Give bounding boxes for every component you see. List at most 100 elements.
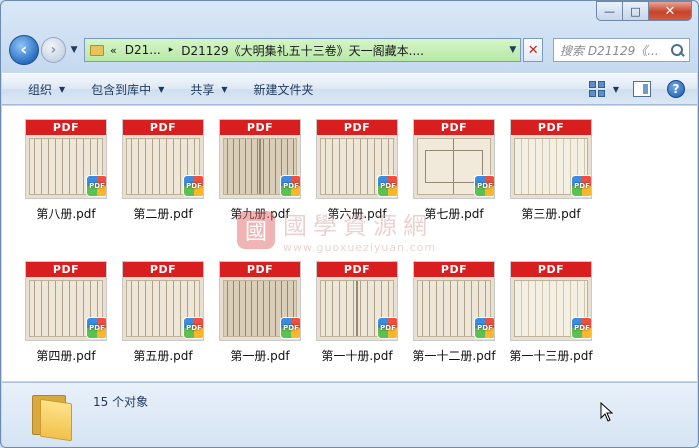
pdf-thumbnail: PDF PDF <box>510 119 592 199</box>
pdf-band-label: PDF <box>414 262 494 277</box>
pdf-thumbnail: PDF PDF <box>25 119 107 199</box>
pdf-thumbnail: PDF PDF <box>219 119 301 199</box>
address-bar[interactable]: « D21... ▸ D21129《大明集礼五十三卷》天一阁藏本.... ▼ <box>84 38 522 62</box>
watermark-url: www.guoxueziyuan.com <box>283 241 437 254</box>
pdf-badge-label: PDF <box>89 182 105 190</box>
pdf-band-label: PDF <box>26 120 106 135</box>
preview-pane-icon[interactable] <box>633 81 651 97</box>
mouse-cursor-icon <box>600 402 614 422</box>
pdf-thumbnail: PDF PDF <box>413 261 495 341</box>
include-library-label: 包含到库中 <box>91 82 152 97</box>
file-name: 第八册.pdf <box>36 207 96 221</box>
pdf-badge-label: PDF <box>574 324 590 332</box>
file-name: 第一十册.pdf <box>321 349 393 363</box>
breadcrumb-current[interactable]: D21129《大明集礼五十三卷》天一阁藏本.... <box>181 42 424 59</box>
address-chevron-down-icon[interactable]: ▼ <box>509 45 516 55</box>
pdf-badge-label: PDF <box>477 324 493 332</box>
file-item[interactable]: PDF PDF 第一十册.pdf <box>309 261 405 364</box>
organize-menu-button[interactable]: 组织 ▼ <box>28 81 65 98</box>
pdf-app-icon: PDF <box>280 317 300 339</box>
pdf-band-label: PDF <box>511 262 591 277</box>
include-in-library-button[interactable]: 包含到库中 ▼ <box>91 81 164 98</box>
pdf-badge-label: PDF <box>574 182 590 190</box>
forward-arrow-icon[interactable]: › <box>40 37 67 63</box>
change-view-icon[interactable] <box>588 81 605 97</box>
pdf-app-icon: PDF <box>474 175 494 197</box>
watermark: 國 國學資源網 www.guoxueziyuan.com <box>237 206 436 254</box>
address-overflow-chevron[interactable]: « <box>110 44 117 57</box>
file-item[interactable]: PDF PDF 第三册.pdf <box>503 119 599 222</box>
pdf-thumbnail: PDF PDF <box>413 119 495 199</box>
file-name: 第三册.pdf <box>521 207 581 221</box>
pdf-app-icon: PDF <box>571 317 591 339</box>
pdf-thumbnail: PDF PDF <box>219 261 301 341</box>
pdf-band-label: PDF <box>26 262 106 277</box>
command-toolbar: 组织 ▼ 包含到库中 ▼ 共享 ▼ 新建文件夹 ▼ ? <box>2 73 697 105</box>
pdf-band-label: PDF <box>317 262 397 277</box>
search-placeholder: 搜索 D21129《... <box>560 43 659 58</box>
pdf-band-label: PDF <box>414 120 494 135</box>
new-folder-button[interactable]: 新建文件夹 <box>254 81 314 98</box>
search-input[interactable]: 搜索 D21129《... <box>553 38 690 62</box>
help-icon[interactable]: ? <box>667 80 685 98</box>
view-controls: ▼ ? <box>588 80 685 98</box>
share-label: 共享 <box>190 82 215 97</box>
pdf-band-label: PDF <box>317 120 397 135</box>
pdf-app-icon: PDF <box>183 175 203 197</box>
item-count: 15 个对象 <box>93 395 149 409</box>
file-item[interactable]: PDF PDF 第一十三册.pdf <box>503 261 599 364</box>
search-icon[interactable] <box>669 43 685 59</box>
file-item[interactable]: PDF PDF 第八册.pdf <box>18 119 114 222</box>
maximize-button[interactable]: □ <box>622 1 648 21</box>
pdf-band-label: PDF <box>123 262 203 277</box>
file-name: 第五册.pdf <box>133 349 193 363</box>
pdf-app-icon: PDF <box>86 175 106 197</box>
back-arrow-icon[interactable]: ‹ <box>9 35 39 65</box>
file-item[interactable]: PDF PDF 第四册.pdf <box>18 261 114 364</box>
pdf-band-label: PDF <box>220 262 300 277</box>
pdf-app-icon: PDF <box>474 317 494 339</box>
status-bar: 15 个对象 <box>2 382 697 447</box>
pdf-badge-label: PDF <box>477 182 493 190</box>
pdf-app-icon: PDF <box>377 317 397 339</box>
pdf-badge-label: PDF <box>186 324 202 332</box>
file-name: 第一册.pdf <box>230 349 290 363</box>
pdf-band-label: PDF <box>511 120 591 135</box>
file-name: 第一十二册.pdf <box>412 349 496 363</box>
folder-icon <box>90 44 105 56</box>
pdf-band-label: PDF <box>123 120 203 135</box>
navigation-bar: ‹ › ▼ « D21... ▸ D21129《大明集礼五十三卷》天一阁藏本..… <box>9 35 690 65</box>
file-item[interactable]: PDF PDF 第五册.pdf <box>115 261 211 364</box>
breadcrumb-separator-icon[interactable]: ▸ <box>169 45 174 55</box>
clear-address-button[interactable]: ✕ <box>523 38 543 62</box>
explorer-window: — □ ✕ ‹ › ▼ « D21... ▸ D21129《大明集礼五十三卷》天… <box>0 0 699 448</box>
pdf-thumbnail: PDF PDF <box>316 119 398 199</box>
chevron-down-icon: ▼ <box>221 84 228 94</box>
minimize-button[interactable]: — <box>596 1 622 21</box>
share-menu-button[interactable]: 共享 ▼ <box>190 81 227 98</box>
file-item[interactable]: PDF PDF 第一册.pdf <box>212 261 308 364</box>
chevron-down-icon: ▼ <box>158 84 165 94</box>
folder-icon <box>30 393 74 442</box>
chevron-down-icon: ▼ <box>59 84 66 94</box>
pdf-app-icon: PDF <box>571 175 591 197</box>
pdf-badge-label: PDF <box>380 324 396 332</box>
pdf-badge-label: PDF <box>283 324 299 332</box>
pdf-thumbnail: PDF PDF <box>316 261 398 341</box>
file-item[interactable]: PDF PDF 第二册.pdf <box>115 119 211 222</box>
watermark-seal-icon: 國 <box>237 211 275 249</box>
pdf-badge-label: PDF <box>186 182 202 190</box>
recent-pages-chevron-down-icon[interactable]: ▼ <box>68 45 80 55</box>
organize-label: 组织 <box>28 82 53 97</box>
pdf-thumbnail: PDF PDF <box>510 261 592 341</box>
file-item[interactable]: PDF PDF 第一十二册.pdf <box>406 261 502 364</box>
pdf-thumbnail: PDF PDF <box>25 261 107 341</box>
close-button[interactable]: ✕ <box>648 1 692 21</box>
pdf-badge-label: PDF <box>283 182 299 190</box>
file-list-view[interactable]: PDFPDF第八册.pdfPDFPDF第二册.pdfPDFPDF第九册.pdfP… <box>2 106 697 381</box>
view-options-chevron-down-icon[interactable]: ▼ <box>613 85 619 94</box>
pdf-thumbnail: PDF PDF <box>122 261 204 341</box>
breadcrumb-parent[interactable]: D21... <box>125 43 161 57</box>
pdf-thumbnail: PDF PDF <box>122 119 204 199</box>
pdf-badge-label: PDF <box>380 182 396 190</box>
